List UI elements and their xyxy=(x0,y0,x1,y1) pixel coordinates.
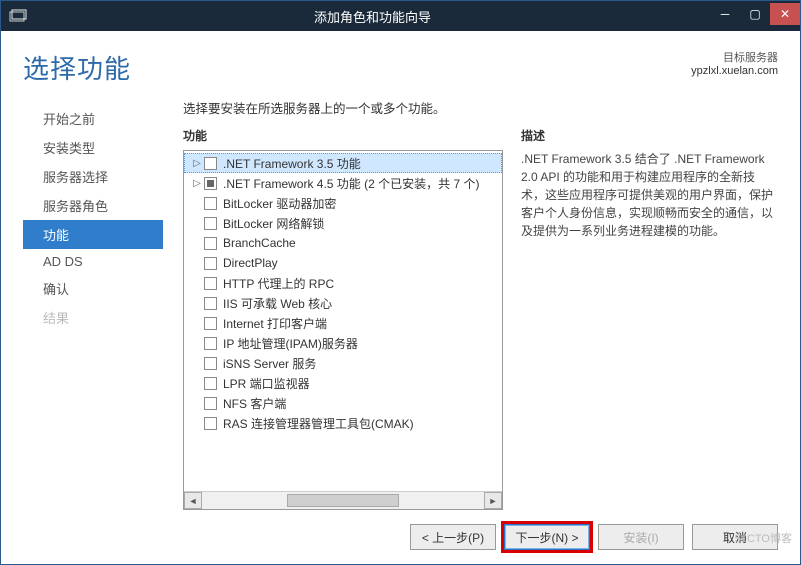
feature-label: Internet 打印客户端 xyxy=(223,315,327,332)
sidebar-step-1[interactable]: 安装类型 xyxy=(23,133,163,162)
feature-label: RAS 连接管理器管理工具包(CMAK) xyxy=(223,415,414,432)
target-server-label: 目标服务器 xyxy=(691,49,778,65)
feature-row-10[interactable]: iSNS Server 服务 xyxy=(184,353,502,373)
scroll-thumb[interactable] xyxy=(287,494,400,507)
header-row: 选择功能 目标服务器 ypzlxl.xuelan.com xyxy=(23,49,778,86)
feature-row-4[interactable]: BranchCache xyxy=(184,233,502,253)
feature-row-8[interactable]: Internet 打印客户端 xyxy=(184,313,502,333)
description-column: 描述 .NET Framework 3.5 结合了 .NET Framework… xyxy=(521,127,778,510)
main-panel: 选择要安装在所选服务器上的一个或多个功能。 功能 ▷ .NET Framework… xyxy=(183,98,778,510)
feature-checkbox[interactable] xyxy=(204,337,217,350)
scroll-track[interactable] xyxy=(202,492,484,509)
feature-checkbox[interactable] xyxy=(204,177,217,190)
sidebar-step-0[interactable]: 开始之前 xyxy=(23,104,163,133)
install-button[interactable]: 安装(I) xyxy=(598,524,684,550)
previous-button[interactable]: < 上一步(P) xyxy=(410,524,496,550)
sidebar-step-7: 结果 xyxy=(23,303,163,332)
description-text: .NET Framework 3.5 结合了 .NET Framework 2.… xyxy=(521,150,778,240)
scroll-left-button[interactable]: ◄ xyxy=(184,492,202,509)
description-heading: 描述 xyxy=(521,127,778,144)
feature-label: .NET Framework 4.5 功能 (2 个已安装，共 7 个) xyxy=(223,175,479,192)
app-icon xyxy=(9,9,27,23)
body-row: 开始之前安装类型服务器选择服务器角色功能AD DS确认结果 选择要安装在所选服务… xyxy=(23,98,778,510)
footer-buttons: < 上一步(P) 下一步(N) > 安装(I) 取消 xyxy=(23,510,778,550)
feature-row-12[interactable]: NFS 客户端 xyxy=(184,393,502,413)
feature-checkbox[interactable] xyxy=(204,417,217,430)
feature-label: IIS 可承载 Web 核心 xyxy=(223,295,332,312)
maximize-button[interactable]: ▢ xyxy=(740,3,770,25)
sidebar-step-5[interactable]: AD DS xyxy=(23,249,163,274)
feature-checkbox[interactable] xyxy=(204,377,217,390)
feature-row-3[interactable]: BitLocker 网络解锁 xyxy=(184,213,502,233)
feature-checkbox[interactable] xyxy=(204,197,217,210)
feature-checkbox[interactable] xyxy=(204,397,217,410)
feature-label: .NET Framework 3.5 功能 xyxy=(223,155,361,172)
window-controls: ─ ▢ ✕ xyxy=(710,7,800,25)
feature-checkbox[interactable] xyxy=(204,237,217,250)
feature-checkbox[interactable] xyxy=(204,217,217,230)
watermark: 51CTO博客 xyxy=(735,530,792,546)
feature-label: iSNS Server 服务 xyxy=(223,355,316,372)
expand-icon[interactable]: ▷ xyxy=(190,158,204,169)
feature-label: HTTP 代理上的 RPC xyxy=(223,275,334,292)
scroll-right-button[interactable]: ► xyxy=(484,492,502,509)
target-server-value: ypzlxl.xuelan.com xyxy=(691,65,778,77)
feature-row-2[interactable]: BitLocker 驱动器加密 xyxy=(184,193,502,213)
feature-row-9[interactable]: IP 地址管理(IPAM)服务器 xyxy=(184,333,502,353)
features-heading: 功能 xyxy=(183,127,503,144)
content-area: 选择功能 目标服务器 ypzlxl.xuelan.com 开始之前安装类型服务器… xyxy=(1,31,800,564)
titlebar[interactable]: 添加角色和功能向导 ─ ▢ ✕ xyxy=(1,1,800,31)
wizard-window: 添加角色和功能向导 ─ ▢ ✕ 选择功能 目标服务器 ypzlxl.xuelan… xyxy=(0,0,801,565)
page-title: 选择功能 xyxy=(23,49,131,86)
feature-label: DirectPlay xyxy=(223,256,278,270)
feature-checkbox[interactable] xyxy=(204,297,217,310)
columns: 功能 ▷ .NET Framework 3.5 功能 ▷ .NET Framework… xyxy=(183,127,778,510)
feature-label: IP 地址管理(IPAM)服务器 xyxy=(223,335,358,352)
next-button[interactable]: 下一步(N) > xyxy=(504,524,590,550)
sidebar-step-2[interactable]: 服务器选择 xyxy=(23,162,163,191)
sidebar-step-4[interactable]: 功能 xyxy=(23,220,163,249)
feature-checkbox[interactable] xyxy=(204,317,217,330)
feature-checkbox[interactable] xyxy=(204,277,217,290)
close-button[interactable]: ✕ xyxy=(770,3,800,25)
horizontal-scrollbar[interactable]: ◄ ► xyxy=(184,491,502,509)
feature-row-13[interactable]: RAS 连接管理器管理工具包(CMAK) xyxy=(184,413,502,433)
feature-checkbox[interactable] xyxy=(204,157,217,170)
feature-row-11[interactable]: LPR 端口监视器 xyxy=(184,373,502,393)
window-title: 添加角色和功能向导 xyxy=(35,7,710,26)
minimize-button[interactable]: ─ xyxy=(710,3,740,25)
features-listbox: ▷ .NET Framework 3.5 功能 ▷ .NET Framework 4.… xyxy=(183,150,503,510)
features-column: 功能 ▷ .NET Framework 3.5 功能 ▷ .NET Framework… xyxy=(183,127,503,510)
instruction-text: 选择要安装在所选服务器上的一个或多个功能。 xyxy=(183,98,778,117)
wizard-steps-sidebar: 开始之前安装类型服务器选择服务器角色功能AD DS确认结果 xyxy=(23,98,163,510)
sidebar-step-6[interactable]: 确认 xyxy=(23,274,163,303)
feature-label: BranchCache xyxy=(223,236,296,250)
feature-label: LPR 端口监视器 xyxy=(223,375,310,392)
expand-icon[interactable]: ▷ xyxy=(190,178,204,189)
target-server-info: 目标服务器 ypzlxl.xuelan.com xyxy=(691,49,778,77)
feature-label: BitLocker 驱动器加密 xyxy=(223,195,336,212)
feature-checkbox[interactable] xyxy=(204,257,217,270)
feature-row-0[interactable]: ▷ .NET Framework 3.5 功能 xyxy=(184,153,502,173)
feature-row-5[interactable]: DirectPlay xyxy=(184,253,502,273)
features-list[interactable]: ▷ .NET Framework 3.5 功能 ▷ .NET Framework 4.… xyxy=(184,151,502,491)
feature-checkbox[interactable] xyxy=(204,357,217,370)
feature-row-1[interactable]: ▷ .NET Framework 4.5 功能 (2 个已安装，共 7 个) xyxy=(184,173,502,193)
feature-label: NFS 客户端 xyxy=(223,395,286,412)
sidebar-step-3[interactable]: 服务器角色 xyxy=(23,191,163,220)
feature-row-7[interactable]: IIS 可承载 Web 核心 xyxy=(184,293,502,313)
feature-label: BitLocker 网络解锁 xyxy=(223,215,324,232)
feature-row-6[interactable]: HTTP 代理上的 RPC xyxy=(184,273,502,293)
